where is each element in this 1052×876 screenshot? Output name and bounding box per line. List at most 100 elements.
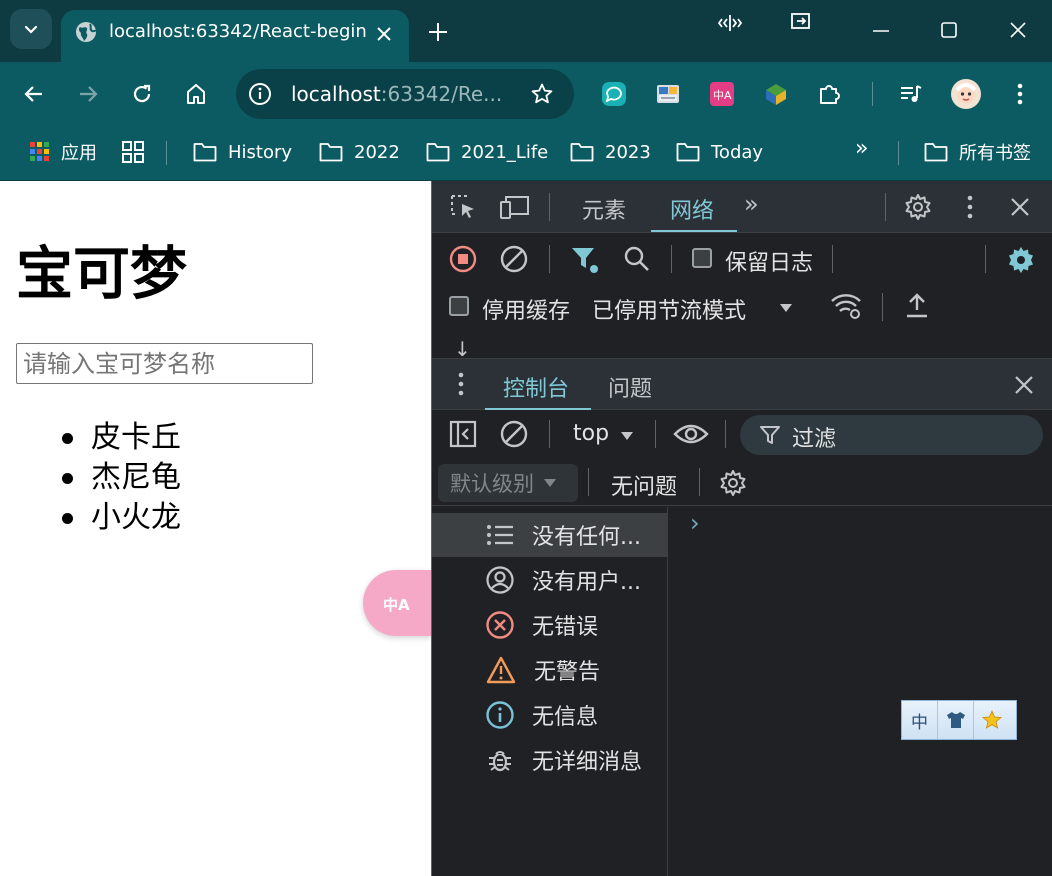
- bookmark-label: 2021_Life: [461, 141, 549, 163]
- navigation-bar: localhost:63342/Re... 中A: [0, 62, 1052, 126]
- filter-placeholder: 过滤: [792, 427, 837, 452]
- bookmark-apps[interactable]: 应用: [30, 140, 97, 164]
- tab-elements[interactable]: 元素: [582, 193, 626, 225]
- issues-counter[interactable]: 无问题: [611, 469, 677, 501]
- avatar[interactable]: [950, 78, 982, 110]
- more-menu-icon[interactable]: [1008, 81, 1032, 107]
- clear-icon[interactable]: [500, 245, 528, 273]
- search-icon[interactable]: [623, 245, 651, 273]
- disable-cache-checkbox[interactable]: [449, 296, 469, 316]
- bug-icon: [489, 751, 511, 772]
- toolbar-separator: [885, 193, 886, 221]
- sidebar-item-info[interactable]: 无信息: [432, 693, 667, 737]
- record-stop-icon[interactable]: [449, 245, 477, 273]
- bookmarks-bar: 应用 History 2022 2021_Life 2023 Today » 所…: [0, 126, 1052, 181]
- folder-icon: [570, 143, 594, 162]
- toolbar-separator: [699, 468, 700, 496]
- clear-console-icon[interactable]: [500, 420, 528, 448]
- sidebar-item-verbose[interactable]: 无详细消息: [432, 738, 667, 782]
- sidebar-item-all-messages[interactable]: 没有任何...: [432, 513, 667, 557]
- live-expression-eye-icon[interactable]: [673, 421, 709, 447]
- devtools-menu-icon[interactable]: [960, 194, 980, 220]
- svg-text:中A: 中A: [383, 596, 410, 614]
- browser-tab[interactable]: localhost:63342/React-beginn: [61, 10, 409, 62]
- bookmark-all-bookmarks[interactable]: 所有书签: [924, 140, 1031, 164]
- tab-console[interactable]: 控制台: [503, 371, 569, 403]
- folder-icon: [426, 143, 450, 162]
- bookmark-folder-history[interactable]: History: [193, 140, 292, 164]
- sidebar-item-errors[interactable]: 无错误: [432, 603, 667, 647]
- notes-extension-icon[interactable]: [655, 81, 681, 107]
- close-drawer-icon[interactable]: [1012, 373, 1036, 397]
- bookmark-folder-today[interactable]: Today: [676, 140, 763, 164]
- import-har-icon[interactable]: [904, 292, 930, 320]
- log-levels-dropdown[interactable]: 默认级别: [438, 464, 578, 502]
- console-toolbar: top 过滤 默认级别 无问题: [432, 410, 1052, 506]
- split-view-icon[interactable]: [718, 12, 742, 34]
- throttling-select[interactable]: 已停用节流模式: [592, 293, 746, 325]
- bookmarks-overflow-button[interactable]: »: [855, 136, 868, 161]
- tab-issues[interactable]: 问题: [608, 371, 652, 403]
- sidebar-item-user-messages[interactable]: 没有用户...: [432, 558, 667, 602]
- network-toolbar: 保留日志 停用缓存 已停用节流模式 ↓: [432, 233, 1052, 361]
- preserve-log-checkbox[interactable]: [692, 248, 712, 268]
- toolbar-separator: [549, 193, 550, 221]
- pokemon-search-input[interactable]: [16, 343, 313, 384]
- new-tab-icon[interactable]: [426, 20, 450, 44]
- translate-icon: 中A: [383, 596, 410, 614]
- site-info-icon[interactable]: [248, 82, 272, 106]
- bookmark-folder-2022[interactable]: 2022: [319, 140, 400, 164]
- sidebar-toggle-icon[interactable]: [449, 420, 477, 448]
- network-settings-icon[interactable]: [1006, 245, 1036, 275]
- tab-search-button[interactable]: [10, 9, 52, 49]
- cast-window-icon[interactable]: [790, 12, 812, 32]
- minimize-icon[interactable]: [871, 20, 891, 40]
- dropdown-caret-icon[interactable]: [619, 430, 635, 442]
- chat-extension-icon[interactable]: [601, 81, 627, 107]
- ime-mode-button[interactable]: 中: [902, 701, 938, 739]
- reading-list-icon[interactable]: [898, 81, 924, 107]
- drawer-header: 控制台 问题: [432, 358, 1052, 410]
- bookmark-folder-2021-life[interactable]: 2021_Life: [426, 140, 548, 164]
- translate-floating-button[interactable]: 中A: [363, 570, 431, 636]
- bookmark-star-icon[interactable]: [530, 82, 554, 106]
- forward-icon[interactable]: [76, 82, 100, 106]
- address-bar[interactable]: localhost:63342/Re...: [236, 69, 574, 119]
- drawer-menu-icon[interactable]: [456, 371, 466, 397]
- ime-toolbar[interactable]: 中: [901, 700, 1017, 740]
- tab-network[interactable]: 网络: [670, 193, 714, 225]
- ime-star-icon[interactable]: [974, 701, 1010, 739]
- network-conditions-icon[interactable]: [830, 291, 864, 321]
- more-tabs-button[interactable]: »: [744, 190, 759, 218]
- console-output[interactable]: ›: [669, 507, 1052, 876]
- back-icon[interactable]: [22, 82, 46, 106]
- bookmark-folder-2023[interactable]: 2023: [570, 140, 651, 164]
- console-filter-input[interactable]: 过滤: [740, 415, 1043, 455]
- inspect-element-icon[interactable]: [450, 194, 478, 220]
- context-selector[interactable]: top: [573, 421, 609, 446]
- console-settings-gear-icon[interactable]: [719, 469, 747, 497]
- bookmark-separator: [898, 141, 899, 165]
- dropdown-caret-icon[interactable]: [778, 302, 794, 314]
- console-prompt[interactable]: ›: [690, 509, 700, 537]
- reload-icon[interactable]: [130, 82, 154, 106]
- puzzle-extensions-icon[interactable]: [817, 81, 843, 107]
- sidebar-item-label: 无警告: [534, 660, 601, 685]
- home-icon[interactable]: [184, 82, 208, 106]
- toolbar-separator: [671, 245, 672, 273]
- filter-funnel-icon[interactable]: [570, 245, 600, 275]
- bookmark-label: 2022: [354, 141, 400, 163]
- maximize-icon[interactable]: [939, 20, 959, 40]
- ime-skin-icon[interactable]: [938, 701, 974, 739]
- sidebar-item-warnings[interactable]: 无警告: [432, 648, 667, 692]
- window-close-icon[interactable]: [1008, 20, 1028, 40]
- list-item: 杰尼龟: [62, 458, 181, 498]
- cube-extension-icon[interactable]: [763, 81, 789, 107]
- settings-gear-icon[interactable]: [904, 193, 932, 221]
- translate-extension-icon[interactable]: 中A: [709, 81, 735, 107]
- device-toolbar-icon[interactable]: [500, 194, 530, 220]
- close-devtools-icon[interactable]: [1008, 195, 1032, 219]
- close-tab-icon[interactable]: [373, 23, 395, 45]
- error-icon: [486, 611, 514, 639]
- tab-groups-icon[interactable]: [122, 140, 155, 164]
